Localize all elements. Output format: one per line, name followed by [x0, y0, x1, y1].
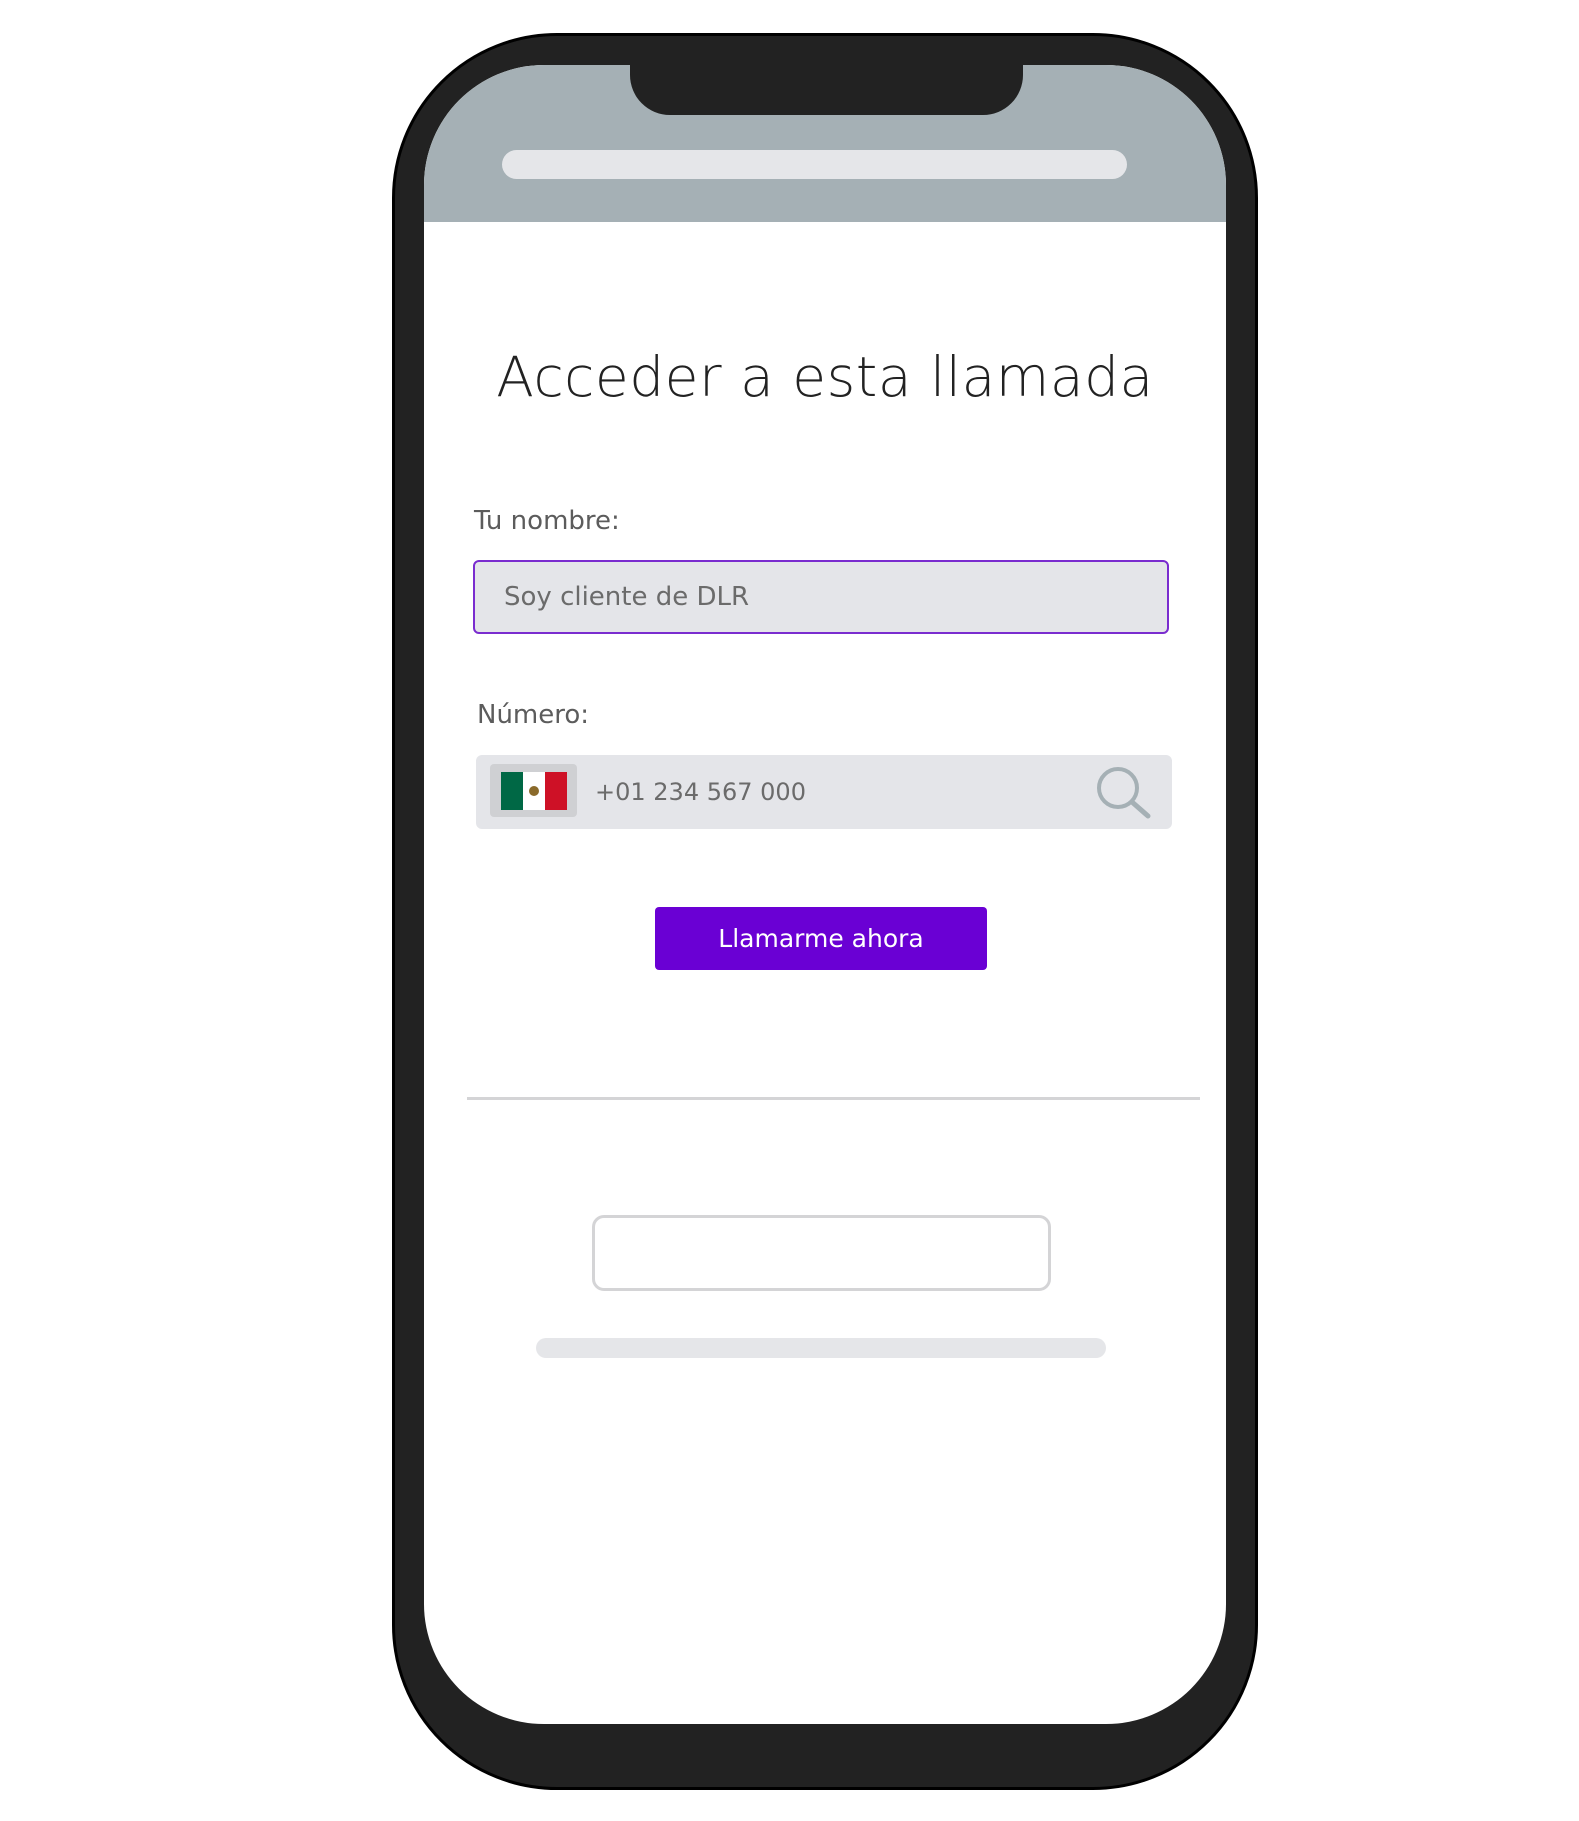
phone-screen [424, 65, 1226, 1724]
name-input[interactable] [473, 560, 1169, 634]
divider [467, 1097, 1200, 1100]
phone-notch [630, 63, 1023, 115]
search-icon[interactable] [1095, 765, 1153, 820]
placeholder-text-line [536, 1338, 1106, 1358]
country-selector[interactable] [490, 764, 577, 817]
page-title: Acceder a esta llamada [496, 345, 1154, 409]
address-bar[interactable] [502, 150, 1127, 179]
name-label: Tu nombre: [474, 506, 620, 536]
mexico-flag-icon [501, 772, 567, 810]
phone-number-field [476, 755, 1172, 829]
empty-input-box[interactable] [592, 1215, 1051, 1291]
number-label: Número: [477, 700, 590, 730]
phone-number-input[interactable] [595, 755, 1075, 829]
call-me-now-button[interactable]: Llamarme ahora [655, 907, 987, 970]
